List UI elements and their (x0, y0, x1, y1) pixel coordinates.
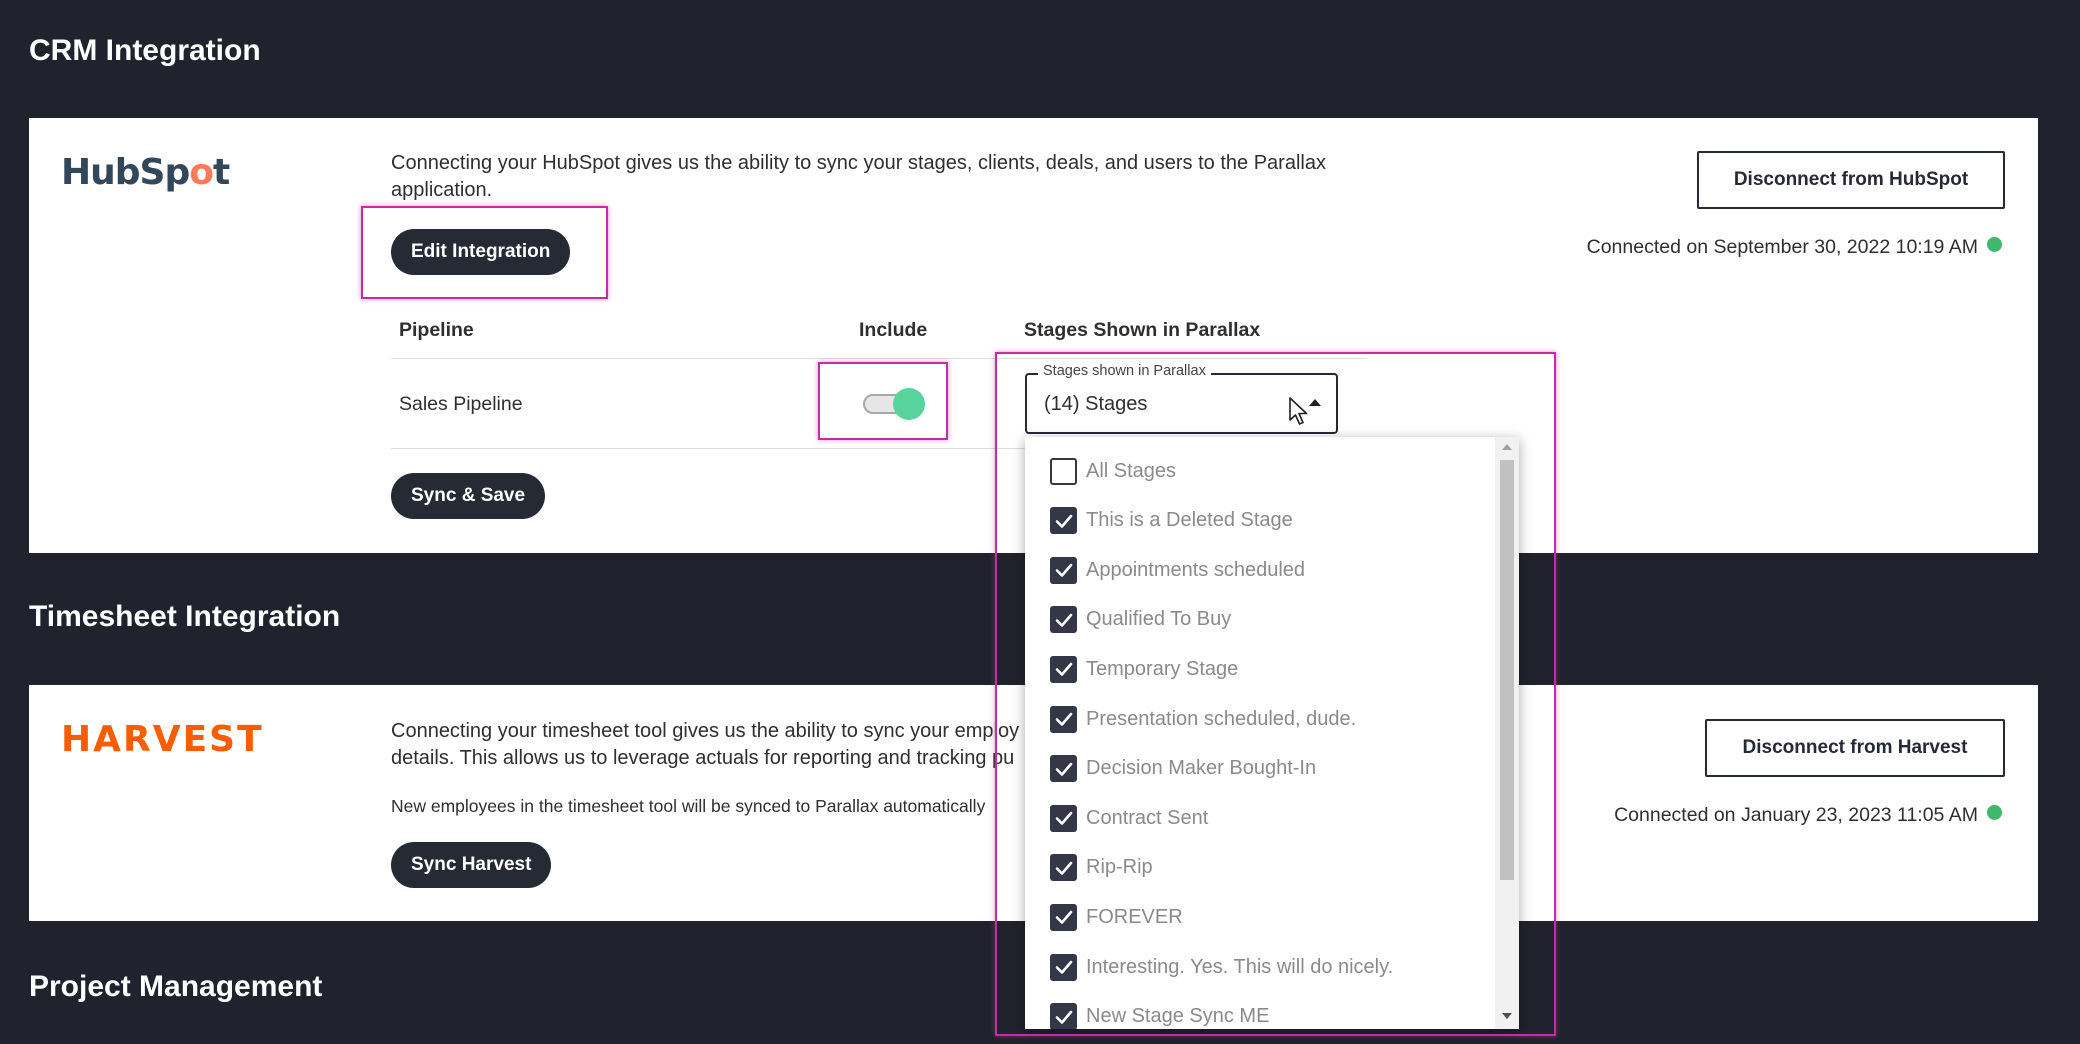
hubspot-logo: HubSpot (61, 152, 230, 193)
table-header-divider (391, 358, 1367, 359)
include-toggle[interactable] (863, 386, 933, 422)
scroll-up-arrow-icon[interactable] (1502, 444, 1512, 450)
stage-option[interactable]: Appointments scheduled (1050, 555, 1305, 585)
stage-option-label: Presentation scheduled, dude. (1086, 707, 1357, 730)
stage-option[interactable]: Temporary Stage (1050, 654, 1238, 684)
harvest-description-line2: details. This allows us to leverage actu… (391, 747, 1015, 769)
checkbox-checked-icon[interactable] (1050, 804, 1077, 832)
pipeline-name: Sales Pipeline (399, 393, 523, 415)
project-management-section-title: Project Management (29, 970, 323, 1003)
harvest-status-dot (1987, 805, 2002, 820)
stage-option[interactable]: This is a Deleted Stage (1050, 506, 1293, 536)
harvest-logo: HARVEST (61, 719, 264, 760)
checkbox-checked-icon[interactable] (1050, 903, 1077, 931)
hubspot-status-dot (1987, 237, 2002, 252)
sync-harvest-button[interactable]: Sync Harvest (391, 842, 552, 888)
stage-option-label: Rip-Rip (1086, 856, 1153, 879)
hubspot-logo-sprocket: o (189, 152, 214, 193)
stage-option-label: Decision Maker Bought-In (1086, 757, 1317, 780)
crm-section-title: CRM Integration (29, 34, 261, 67)
checkbox-checked-icon[interactable] (1050, 556, 1077, 584)
harvest-note: New employees in the timesheet tool will… (391, 796, 986, 816)
hubspot-logo-text: HubSp (61, 152, 190, 193)
stage-option[interactable]: Rip-Rip (1050, 853, 1153, 883)
checkbox-checked-icon[interactable] (1050, 953, 1077, 981)
checkbox-checked-icon[interactable] (1050, 655, 1077, 683)
checkbox-checked-icon[interactable] (1050, 1003, 1077, 1029)
stage-option-label: Appointments scheduled (1086, 558, 1306, 581)
stage-option-label: All Stages (1086, 459, 1177, 482)
mouse-cursor-icon (1289, 397, 1308, 425)
stage-option-label: Temporary Stage (1086, 657, 1239, 680)
stage-option[interactable]: Contract Sent (1050, 803, 1208, 833)
stage-option-label: Contract Sent (1086, 806, 1209, 829)
caret-up-icon[interactable] (1309, 399, 1321, 406)
sync-save-button[interactable]: Sync & Save (391, 473, 546, 519)
stage-option[interactable]: Presentation scheduled, dude. (1050, 704, 1356, 734)
stage-option[interactable]: Decision Maker Bought-In (1050, 754, 1316, 784)
checkbox-unchecked-icon[interactable] (1050, 457, 1077, 485)
stage-option-label: This is a Deleted Stage (1086, 509, 1293, 532)
hubspot-description: Connecting your HubSpot gives us the abi… (391, 152, 1326, 201)
scroll-down-arrow-icon[interactable] (1502, 1013, 1512, 1019)
stages-dropdown-list[interactable]: All Stages This is a Deleted Stage Appoint… (1025, 437, 1519, 1029)
stage-option[interactable]: FOREVER (1050, 902, 1183, 932)
disconnect-hubspot-button[interactable]: Disconnect from HubSpot (1697, 151, 2005, 209)
pipeline-column-header: Pipeline (399, 319, 474, 341)
stages-column-header: Stages Shown in Parallax (1024, 319, 1261, 341)
stage-option-label: Interesting. Yes. This will do nicely. (1086, 955, 1394, 978)
stages-select-legend: Stages shown in Parallax (1038, 363, 1211, 379)
stage-option[interactable]: Interesting. Yes. This will do nicely. (1050, 952, 1393, 982)
disconnect-harvest-button[interactable]: Disconnect from Harvest (1705, 719, 2005, 777)
include-toggle-thumb (893, 388, 925, 420)
stage-option-label: Qualified To Buy (1086, 608, 1232, 631)
checkbox-checked-icon[interactable] (1050, 755, 1077, 783)
stages-select-value: (14) Stages (1044, 393, 1148, 415)
checkbox-checked-icon[interactable] (1050, 606, 1077, 634)
dropdown-scrollbar[interactable] (1495, 437, 1519, 1029)
checkbox-checked-icon[interactable] (1050, 854, 1077, 882)
stage-option-label: FOREVER (1086, 905, 1183, 928)
stage-option[interactable]: Qualified To Buy (1050, 605, 1231, 635)
edit-integration-button[interactable]: Edit Integration (391, 229, 571, 275)
scrollbar-thumb[interactable] (1500, 460, 1514, 880)
checkbox-checked-icon[interactable] (1050, 507, 1077, 535)
include-column-header: Include (859, 319, 928, 341)
checkbox-checked-icon[interactable] (1050, 705, 1077, 733)
stage-option[interactable]: New Stage Sync ME (1050, 1002, 1269, 1029)
stage-option[interactable]: All Stages (1050, 456, 1176, 486)
stage-option-label: New Stage Sync ME (1086, 1005, 1270, 1028)
harvest-description-line1: Connecting your timesheet tool gives us … (391, 720, 1020, 742)
timesheet-section-title: Timesheet Integration (29, 600, 341, 633)
hubspot-connected-text: Connected on September 30, 2022 10:19 AM (1586, 236, 1978, 258)
hubspot-logo-text-end: t (212, 152, 230, 193)
harvest-connected-text: Connected on January 23, 2023 11:05 AM (1614, 804, 1978, 826)
